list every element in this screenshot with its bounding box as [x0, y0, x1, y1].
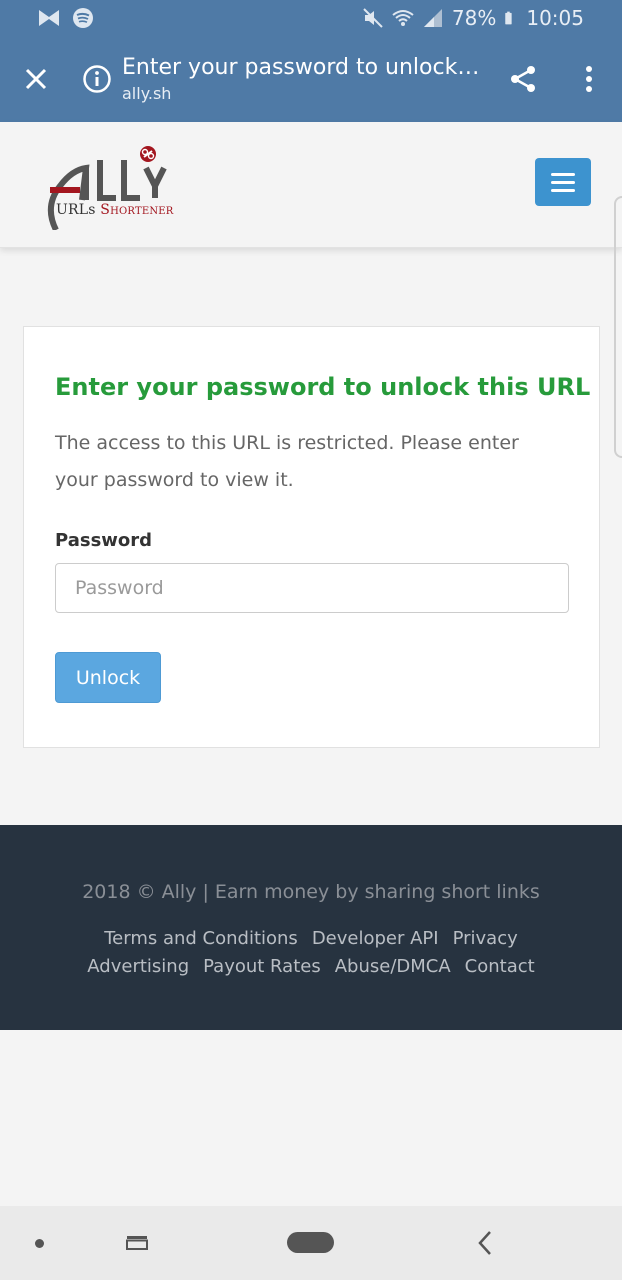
logo-tagline-prefix: URLs	[56, 202, 96, 218]
footer-link-advertising[interactable]: Advertising	[87, 953, 189, 981]
card-title: Enter your password to unlock this URL	[55, 373, 591, 401]
logo-tagline: URLs Shortener	[56, 202, 174, 218]
site-footer: 2018 © Ally | Earn money by sharing shor…	[0, 825, 622, 1030]
battery-percent: 78%	[451, 6, 497, 30]
hamburger-icon-bar	[551, 180, 575, 184]
password-label: Password	[55, 530, 153, 551]
wifi-icon	[392, 10, 414, 26]
mute-icon	[363, 8, 383, 28]
signal-icon	[423, 9, 442, 27]
footer-links: Terms and Conditions Developer API Privacy…	[44, 925, 578, 981]
password-input[interactable]	[55, 563, 569, 613]
system-nav-bar	[0, 1206, 622, 1280]
back-icon[interactable]	[474, 1229, 496, 1257]
copyright-text: 2018 © Ally | Earn money by sharing shor…	[82, 881, 540, 903]
footer-link-privacy[interactable]: Privacy	[453, 925, 518, 953]
site-header: URLs Shortener	[0, 122, 622, 248]
more-vert-icon	[586, 66, 592, 92]
bowtie-notification-icon	[39, 10, 59, 26]
status-bar: 78% 10:05	[0, 0, 622, 36]
share-icon	[511, 66, 535, 92]
footer-link-abuse-dmca[interactable]: Abuse/DMCA	[335, 953, 451, 981]
footer-link-terms[interactable]: Terms and Conditions	[104, 925, 298, 953]
dot-icon[interactable]	[35, 1239, 44, 1248]
footer-link-developer-api[interactable]: Developer API	[312, 925, 439, 953]
hamburger-icon-bar	[551, 172, 575, 176]
more-options-button[interactable]	[556, 36, 622, 122]
custom-tab-toolbar: Enter your password to unlock th... ally…	[0, 36, 622, 122]
toolbar-titles: Enter your password to unlock th... ally…	[122, 55, 490, 103]
page-domain: ally.sh	[122, 84, 172, 103]
logo-tagline-rest: Shortener	[100, 202, 174, 218]
close-icon	[25, 68, 47, 90]
info-icon	[83, 65, 111, 93]
hamburger-icon-bar	[551, 188, 575, 192]
battery-icon	[505, 11, 512, 25]
spotify-icon	[73, 8, 93, 28]
menu-toggle-button[interactable]	[535, 158, 591, 206]
scroll-edge-indicator	[614, 196, 622, 458]
footer-link-contact[interactable]: Contact	[465, 953, 535, 981]
card-description: The access to this URL is restricted. Pl…	[55, 432, 519, 491]
unlock-button[interactable]: Unlock	[55, 652, 161, 703]
share-button[interactable]	[490, 36, 556, 122]
page-title: Enter your password to unlock th...	[122, 55, 482, 80]
recents-icon[interactable]	[126, 1235, 148, 1250]
site-info-button[interactable]	[72, 36, 122, 122]
clock: 10:05	[526, 6, 584, 30]
password-card: Enter your password to unlock this URL T…	[23, 326, 600, 748]
home-icon[interactable]	[287, 1232, 334, 1253]
footer-link-payout-rates[interactable]: Payout Rates	[203, 953, 321, 981]
close-button[interactable]	[0, 36, 72, 122]
